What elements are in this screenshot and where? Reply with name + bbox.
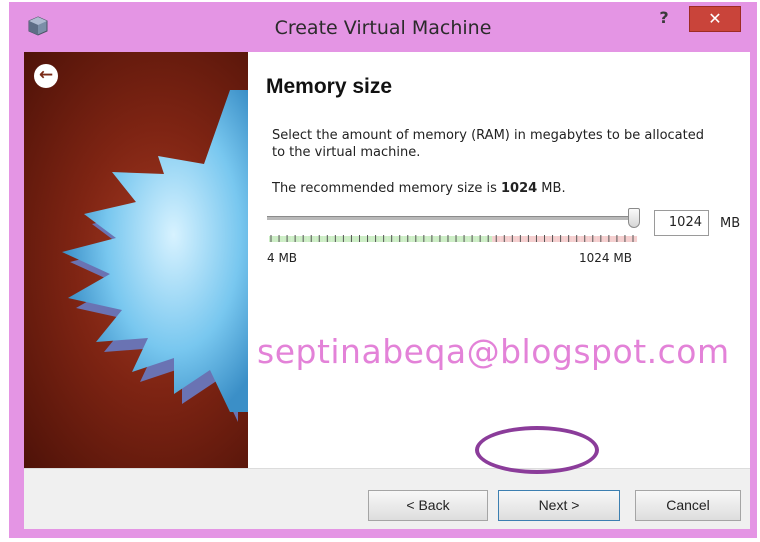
help-button[interactable]: ?	[651, 8, 677, 28]
dialog-window: Create Virtual Machine ? ✕ ← Memory size…	[9, 2, 757, 538]
button-bar: < Back Next > Cancel	[24, 468, 750, 529]
page-title: Memory size	[266, 75, 393, 98]
recommended-size-text: The recommended memory size is 1024 MB.	[272, 181, 566, 196]
memory-slider-thumb[interactable]	[628, 208, 640, 228]
dialog-body: ← Memory size Select the amount of memor…	[24, 52, 750, 529]
next-button-highlight-circle	[475, 426, 599, 474]
window-title: Create Virtual Machine	[274, 17, 492, 39]
starburst-graphic	[62, 90, 248, 422]
page-description: Select the amount of memory (RAM) in meg…	[272, 128, 704, 160]
memory-size-input[interactable]: 1024	[654, 210, 709, 236]
cancel-button[interactable]: Cancel	[635, 490, 741, 521]
memory-unit-label: MB	[720, 216, 741, 231]
back-arrow-icon[interactable]: ←	[34, 64, 58, 88]
memory-slider-ticks	[269, 235, 638, 242]
recommend-value: 1024	[500, 181, 538, 196]
slider-max-label: 1024 MB	[579, 251, 632, 265]
slider-min-label: 4 MB	[267, 251, 298, 265]
recommend-suffix: MB.	[537, 181, 566, 196]
next-button[interactable]: Next >	[498, 490, 620, 521]
watermark-text: septinabeqa@blogspot.com	[257, 332, 730, 371]
close-button[interactable]: ✕	[689, 6, 741, 32]
title-bar[interactable]: Create Virtual Machine ? ✕	[9, 2, 757, 48]
recommend-prefix: The recommended memory size is	[272, 181, 501, 196]
slider-range-band	[269, 236, 276, 242]
back-button[interactable]: < Back	[368, 490, 488, 521]
wizard-banner-image: ←	[24, 52, 248, 468]
memory-slider-track[interactable]	[267, 216, 639, 220]
